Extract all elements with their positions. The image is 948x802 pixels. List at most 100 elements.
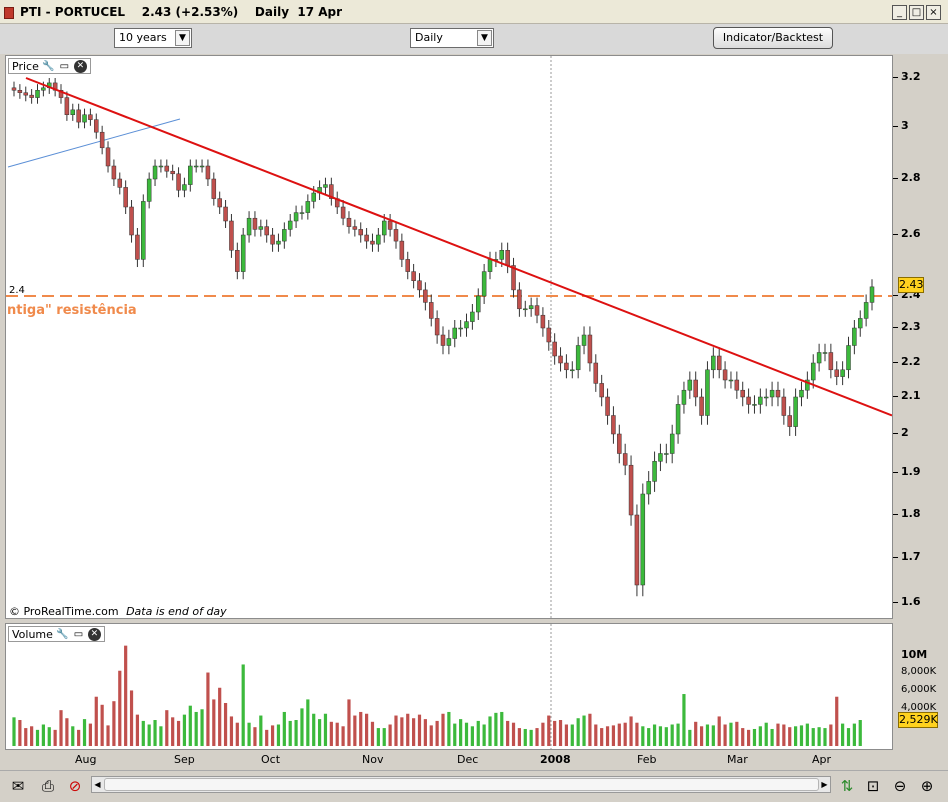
candle [622,443,628,476]
candle [517,282,522,317]
date-axis: Aug Sep Oct Nov Dec 2008 Feb Mar Apr [5,752,893,768]
title-bar: PTI - PORTUCEL 2.43 (+2.53%) Daily 17 Ap… [0,0,948,24]
candle [88,108,93,126]
volume-bar [600,728,604,746]
candle [146,172,152,209]
interval-select[interactable]: Daily ▼ [410,28,494,48]
candle [276,233,281,252]
volume-bar [388,724,392,746]
volume-bar [71,726,75,746]
candle [240,228,246,280]
window-icon[interactable]: ▭ [58,60,71,73]
zoom-fit-icon[interactable]: ⊡ [862,775,884,797]
scroll-thumb[interactable] [104,778,819,791]
volume-bar [329,721,333,746]
no-icon[interactable]: ⊘ [64,775,86,797]
volume-bar [435,720,439,746]
close-button[interactable]: × [926,5,941,20]
candle [94,113,99,139]
candle [752,395,757,414]
volume-bar [494,712,498,746]
chevron-down-icon[interactable]: ▼ [175,30,190,46]
period-select[interactable]: 10 years ▼ [114,28,192,48]
volume-bar [141,720,145,746]
volume-bar [647,728,651,746]
current-volume-badge: 2,529K [898,712,938,728]
chevron-down-icon[interactable]: ▼ [477,30,492,46]
volume-chart[interactable] [6,624,892,749]
candle [523,300,528,317]
wrench-icon[interactable]: 🔧 [56,628,69,641]
date-tick-label: Apr [812,753,832,766]
price-chart[interactable] [6,56,892,618]
period-value: 10 years [119,31,167,44]
volume-bar [135,714,140,746]
volume-bar [376,728,380,746]
volume-bar [276,724,281,746]
volume-bar [18,720,22,746]
candle [287,214,293,237]
minimize-button[interactable]: _ [892,5,907,20]
volume-bar [441,713,445,746]
window-icon[interactable]: ▭ [72,628,85,641]
volume-bar [212,699,216,746]
volume-bar [124,645,128,746]
candle [464,313,469,337]
candle [528,297,534,317]
candle [270,228,275,252]
restore-button[interactable]: □ [909,5,924,20]
volume-bar [858,720,862,746]
volume-bar [588,713,592,746]
mail-icon[interactable]: ✉ [7,775,29,797]
zoom-out-icon[interactable]: ⊖ [889,775,911,797]
candle [352,219,358,237]
zoom-in-icon[interactable]: ⊕ [916,775,938,797]
watermark: © ProRealTime.com Data is end of day [9,605,227,618]
candle [82,108,87,129]
candle [64,91,70,121]
volume-panel[interactable]: Volume 🔧 ▭ ✕ [5,623,893,750]
price-panel[interactable]: Price 🔧 ▭ ✕ 2.4 ntiga" resistência © Pro… [5,55,893,619]
print-icon[interactable]: ⎙ [37,775,59,797]
volume-bar [794,726,798,746]
candle [605,388,610,425]
scroll-left-icon[interactable]: ◀ [92,778,103,791]
volume-bar [817,727,821,746]
candle [669,424,675,464]
candle [440,326,446,355]
price-tick [893,396,898,397]
volume-bar [506,720,510,746]
volume-bar [30,726,34,746]
date-tick-label: Aug [75,753,97,766]
candle [329,177,334,206]
indicator-backtest-button[interactable]: Indicator/Backtest [713,27,833,49]
volume-bar [41,724,45,746]
close-icon[interactable]: ✕ [87,627,101,641]
candle [182,177,187,198]
volume-bar [35,729,40,746]
volume-bar [799,725,804,746]
volume-bar [423,719,427,746]
volume-bar [752,728,757,746]
volume-bar [341,726,345,746]
chart-icon[interactable]: ⇅ [836,775,858,797]
volume-bar [306,699,310,746]
timeline-scrollbar[interactable]: ◀ ▶ [91,776,831,793]
date-tick-label: Dec [457,753,479,766]
volume-bar [623,722,627,746]
volume-bar [764,722,768,746]
close-icon[interactable]: ✕ [73,59,87,73]
date-tick-label: Feb [637,753,657,766]
volume-bar [353,715,357,746]
volume-bar [705,724,710,746]
wrench-icon[interactable]: 🔧 [42,60,55,73]
volume-bar [729,722,733,746]
volume-bar [746,729,751,746]
candle [470,304,475,330]
volume-bar [77,729,81,746]
volume-bar [594,724,598,746]
interval-value: Daily [415,31,443,44]
volume-bar [776,723,780,746]
scroll-right-icon[interactable]: ▶ [819,778,830,791]
price-tick-label: 2.8 [901,171,921,184]
